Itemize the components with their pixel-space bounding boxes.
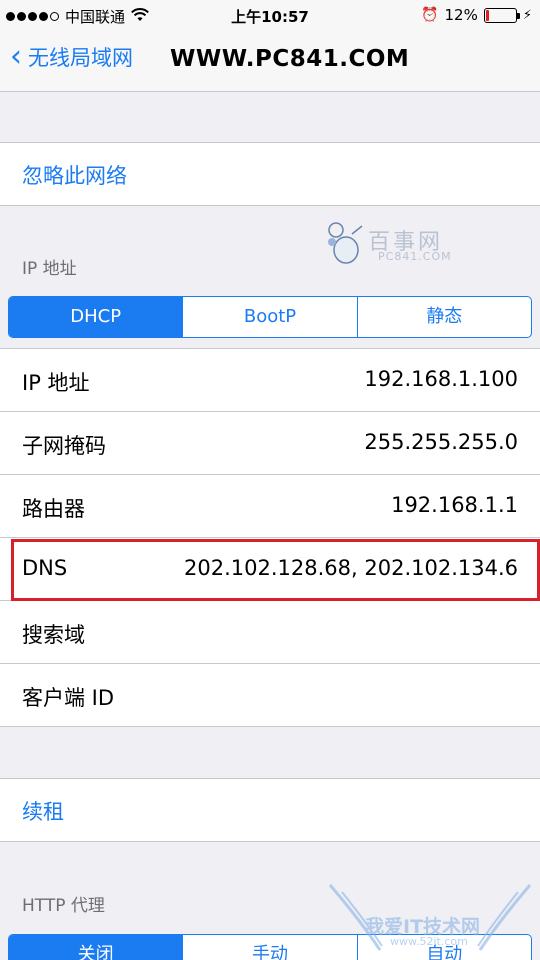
back-button[interactable]: ‹ 无线局域网 xyxy=(10,42,133,72)
renew-lease-button[interactable]: 续租 xyxy=(0,778,540,842)
back-button-label: 无线局域网 xyxy=(28,46,133,70)
row-key: IP 地址 xyxy=(22,371,90,395)
segment-off[interactable]: 关闭 xyxy=(9,935,183,960)
watermark-bottom-subtext: www.52it.com xyxy=(390,935,468,948)
row-search-domain[interactable]: 搜索域 xyxy=(0,601,540,664)
status-right: ⏰ 12% ⚡ xyxy=(421,6,532,24)
page-title: WWW.PC841.COM xyxy=(170,46,410,72)
watermark-top-subtext: PC841.COM xyxy=(378,250,452,263)
forget-network-button[interactable]: 忽略此网络 xyxy=(0,142,540,206)
ip-mode-segmented-control: DHCP BootP 静态 xyxy=(8,296,532,338)
row-router: 路由器 192.168.1.1 xyxy=(0,475,540,538)
row-value: 192.168.1.100 xyxy=(364,367,518,391)
charging-icon: ⚡ xyxy=(522,7,532,23)
http-proxy-header: HTTP 代理 xyxy=(22,896,105,916)
row-client-id[interactable]: 客户端 ID xyxy=(0,664,540,727)
row-ip-address: IP 地址 192.168.1.100 xyxy=(0,349,540,412)
row-key: 客户端 ID xyxy=(22,686,115,710)
row-value: 255.255.255.0 xyxy=(364,430,518,454)
ip-section-header: IP 地址 xyxy=(22,259,77,279)
status-bar: 中国联通 上午10:57 ⏰ 12% ⚡ xyxy=(0,0,540,30)
ip-settings-list: IP 地址 192.168.1.100 子网掩码 255.255.255.0 路… xyxy=(0,348,540,727)
renew-lease-label: 续租 xyxy=(22,800,64,824)
dns-highlight-box xyxy=(11,539,540,601)
battery-percent: 12% xyxy=(444,6,478,24)
segment-dhcp[interactable]: DHCP xyxy=(9,297,183,337)
row-value: 192.168.1.1 xyxy=(391,493,518,517)
battery-icon xyxy=(483,7,520,23)
segment-static[interactable]: 静态 xyxy=(356,297,531,337)
mascot-icon xyxy=(328,222,363,264)
watermark-logo-top: 百事网 PC841.COM xyxy=(322,220,472,270)
row-subnet-mask: 子网掩码 255.255.255.0 xyxy=(0,412,540,475)
row-key: 路由器 xyxy=(22,497,85,521)
row-key: 子网掩码 xyxy=(22,434,106,458)
chevron-left-icon: ‹ xyxy=(10,39,22,74)
segment-bootp[interactable]: BootP xyxy=(182,297,356,337)
watermark-logo-bottom: 我爱IT技术网 www.52it.com xyxy=(320,880,540,960)
row-key: 搜索域 xyxy=(22,623,85,647)
forget-network-label: 忽略此网络 xyxy=(22,164,127,188)
alarm-icon: ⏰ xyxy=(421,7,439,23)
navigation-bar: ‹ 无线局域网 WWW.PC841.COM xyxy=(0,30,540,92)
